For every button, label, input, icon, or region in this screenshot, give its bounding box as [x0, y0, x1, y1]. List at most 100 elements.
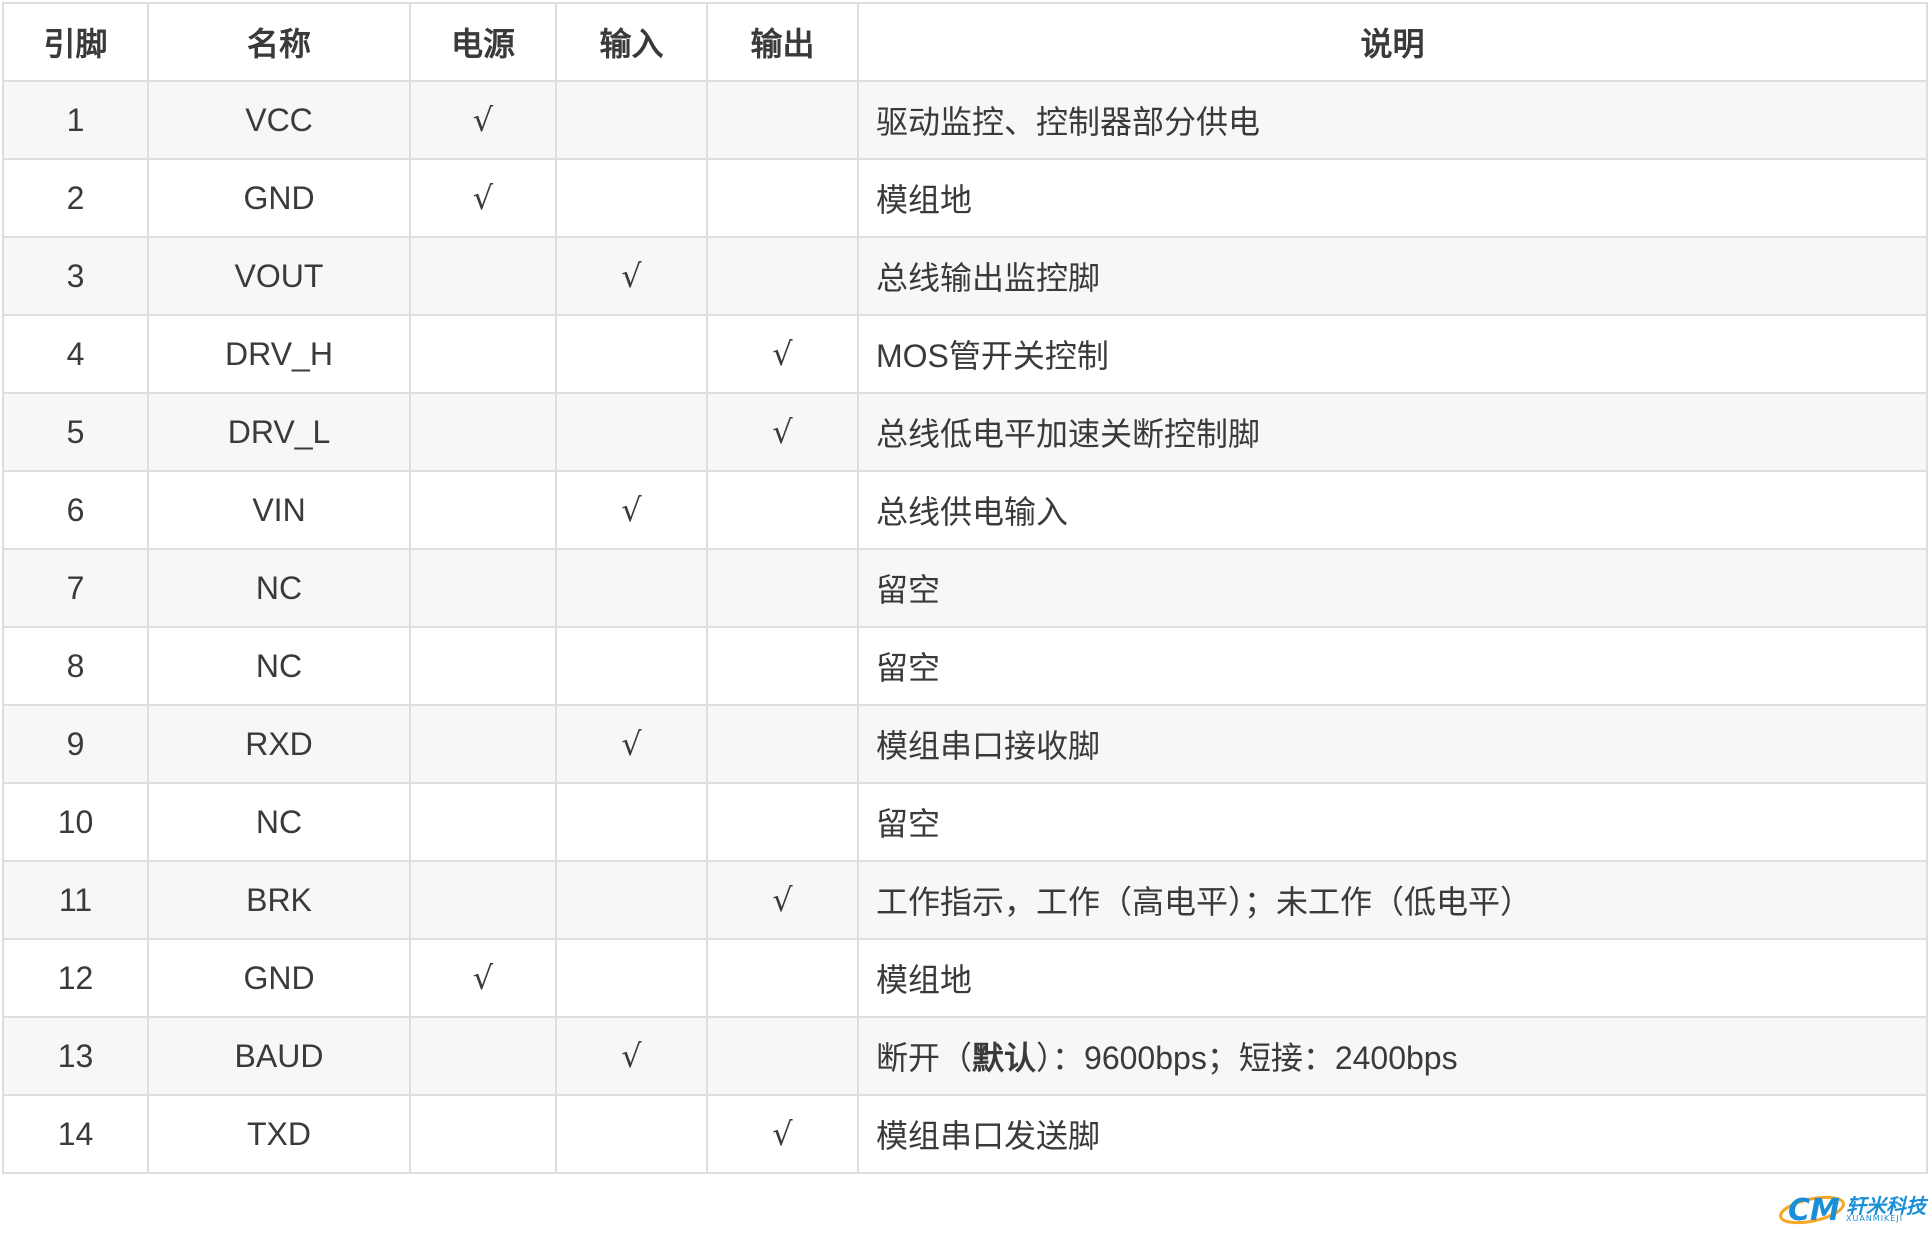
cell-input [555, 548, 708, 628]
cell-power: √ [409, 80, 557, 160]
desc-bold-default: 默认 [972, 1040, 1037, 1076]
cell-name: BRK [147, 860, 411, 940]
svg-text:CM: CM [1788, 1193, 1840, 1228]
cell-power: √ [409, 158, 557, 238]
cell-description: 模组串口接收脚 [857, 704, 1928, 784]
cell-description: 工作指示，工作（高电平）；未工作（低电平） [857, 860, 1928, 940]
header-row: 引脚 名称 电源 输入 输出 说明 [2, 2, 1928, 82]
cell-pin: 6 [2, 470, 149, 550]
cell-power [409, 704, 557, 784]
cell-pin: 8 [2, 626, 149, 706]
cell-name: VCC [147, 80, 411, 160]
cell-power [409, 782, 557, 862]
table-row: 7 NC 留空 [2, 548, 1928, 628]
cell-output: √ [706, 860, 859, 940]
cell-name: DRV_L [147, 392, 411, 472]
cell-pin: 11 [2, 860, 149, 940]
cell-pin: 7 [2, 548, 149, 628]
cell-input [555, 1094, 708, 1174]
table-row: 5 DRV_L √ 总线低电平加速关断控制脚 [2, 392, 1928, 472]
cell-power [409, 392, 557, 472]
cell-power [409, 860, 557, 940]
cell-description: 模组串口发送脚 [857, 1094, 1928, 1174]
cell-input: √ [555, 704, 708, 784]
table-row: 12 GND √ 模组地 [2, 938, 1928, 1018]
cell-pin: 2 [2, 158, 149, 238]
cell-description: 模组地 [857, 158, 1928, 238]
cell-pin: 3 [2, 236, 149, 316]
cell-description: 总线输出监控脚 [857, 236, 1928, 316]
header-power: 电源 [409, 2, 557, 82]
cell-output: √ [706, 392, 859, 472]
cell-name: DRV_H [147, 314, 411, 394]
cell-name: RXD [147, 704, 411, 784]
cell-output: √ [706, 1094, 859, 1174]
cell-pin: 10 [2, 782, 149, 862]
cell-name: NC [147, 548, 411, 628]
cell-description: 驱动监控、控制器部分供电 [857, 80, 1928, 160]
table-header: 引脚 名称 电源 输入 输出 说明 [2, 2, 1928, 82]
cell-output [706, 782, 859, 862]
table-row: 10 NC 留空 [2, 782, 1928, 862]
cell-output [706, 158, 859, 238]
cell-description: 留空 [857, 782, 1928, 862]
cell-output [706, 236, 859, 316]
cell-input [555, 314, 708, 394]
cell-output [706, 80, 859, 160]
cell-name: GND [147, 938, 411, 1018]
table-row: 9 RXD √ 模组串口接收脚 [2, 704, 1928, 784]
table-row: 8 NC 留空 [2, 626, 1928, 706]
cell-pin: 1 [2, 80, 149, 160]
header-description: 说明 [857, 2, 1928, 82]
table-row: 6 VIN √ 总线供电输入 [2, 470, 1928, 550]
cell-name: VOUT [147, 236, 411, 316]
cell-description: MOS管开关控制 [857, 314, 1928, 394]
cell-input: √ [555, 470, 708, 550]
header-name: 名称 [147, 2, 411, 82]
pin-table: 引脚 名称 电源 输入 输出 说明 1 VCC √ 驱动监控、控制器部分供电 2… [2, 2, 1928, 1174]
header-pin: 引脚 [2, 2, 149, 82]
cell-input [555, 158, 708, 238]
cell-output [706, 704, 859, 784]
cell-power [409, 314, 557, 394]
cell-output [706, 938, 859, 1018]
cell-output [706, 626, 859, 706]
cell-input [555, 392, 708, 472]
desc-part: ）：9600bps；短接：2400bps [1036, 1040, 1458, 1076]
cell-input [555, 860, 708, 940]
table-row: 3 VOUT √ 总线输出监控脚 [2, 236, 1928, 316]
cell-description: 断开（默认）：9600bps；短接：2400bps [857, 1016, 1928, 1096]
cell-input [555, 782, 708, 862]
cell-power [409, 1094, 557, 1174]
cell-name: BAUD [147, 1016, 411, 1096]
header-input: 输入 [555, 2, 708, 82]
cell-name: GND [147, 158, 411, 238]
cell-power [409, 1016, 557, 1096]
logo-subtext: XUANMIKEJI [1846, 1214, 1904, 1223]
cell-output [706, 1016, 859, 1096]
table-row: 1 VCC √ 驱动监控、控制器部分供电 [2, 80, 1928, 160]
cell-input [555, 80, 708, 160]
cell-pin: 4 [2, 314, 149, 394]
cell-description: 留空 [857, 548, 1928, 628]
table-row: 13 BAUD √ 断开（默认）：9600bps；短接：2400bps [2, 1016, 1928, 1096]
cell-power [409, 626, 557, 706]
cell-name: TXD [147, 1094, 411, 1174]
cell-power: √ [409, 938, 557, 1018]
cell-output: √ [706, 314, 859, 394]
cell-pin: 12 [2, 938, 149, 1018]
header-output: 输出 [706, 2, 859, 82]
cell-pin: 5 [2, 392, 149, 472]
cell-input: √ [555, 236, 708, 316]
table-row: 11 BRK √ 工作指示，工作（高电平）；未工作（低电平） [2, 860, 1928, 940]
logo-icon: CM [1779, 1193, 1845, 1228]
cell-name: NC [147, 626, 411, 706]
cell-pin: 13 [2, 1016, 149, 1096]
cell-output [706, 548, 859, 628]
cell-power [409, 548, 557, 628]
desc-part: 断开（ [876, 1040, 973, 1076]
cell-output [706, 470, 859, 550]
cell-input [555, 938, 708, 1018]
table-row: 2 GND √ 模组地 [2, 158, 1928, 238]
cell-name: VIN [147, 470, 411, 550]
